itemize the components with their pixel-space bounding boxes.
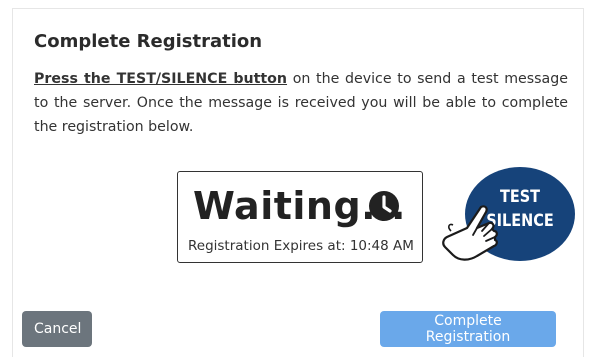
waiting-status-box: Waiting... Registration Expires at: 10:4… (177, 171, 423, 263)
cancel-button[interactable]: Cancel (22, 311, 92, 347)
pointing-hand-icon (442, 205, 498, 261)
clock-icon (369, 191, 399, 221)
dialog-title: Complete Registration (34, 31, 263, 52)
test-silence-graphic: TEST SILENCE (437, 165, 587, 265)
registration-expiry: Registration Expires at: 10:48 AM (188, 238, 414, 254)
registration-card: Complete Registration Press the TEST/SIL… (12, 8, 584, 357)
instructions-text: Press the TEST/SILENCE button on the dev… (34, 67, 568, 139)
instructions-emphasis: Press the TEST/SILENCE button (34, 71, 288, 87)
complete-registration-button[interactable]: Complete Registration (380, 311, 556, 347)
